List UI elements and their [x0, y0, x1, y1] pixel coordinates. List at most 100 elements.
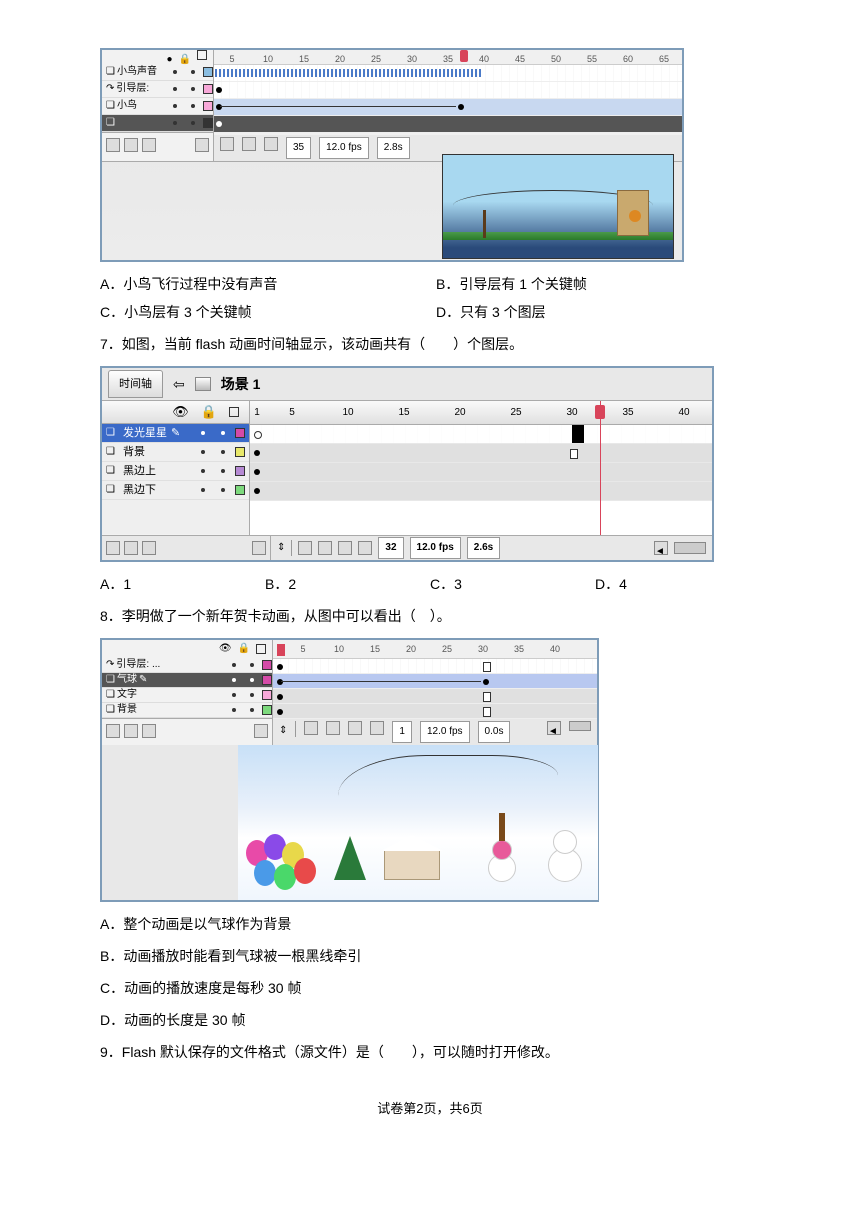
trash-icon	[254, 724, 268, 738]
onion-outline-icon	[242, 137, 256, 151]
q8-option-d: D．动画的长度是 30 帧	[100, 1006, 760, 1034]
balloon-blue	[254, 860, 276, 886]
ruler-numbers: 510 1520 2530 3540 4550 5560 65	[214, 50, 682, 65]
color-swatch	[235, 447, 245, 457]
pencil-icon: ✎	[139, 670, 147, 690]
option-c: C．小鸟层有 3 个关键帧	[100, 298, 424, 326]
onion-icon	[304, 721, 318, 735]
marker-icon	[370, 721, 384, 735]
tab-header: 时间轴 ⇦ 场景 1	[102, 368, 712, 401]
scroll-arrow-icon: ⇕	[277, 538, 285, 558]
page-icon: ❏	[106, 700, 115, 720]
trash-icon	[195, 138, 209, 152]
option-d: D．只有 3 个图层	[436, 298, 760, 326]
option-a: A．1	[100, 570, 265, 598]
stage-preview-winter	[238, 745, 598, 900]
scrollbar-thumb	[569, 721, 591, 731]
footer-left	[102, 536, 271, 560]
q6-options-row1: A．小鸟飞行过程中没有声音 B．引导层有 1 个关键帧	[100, 270, 760, 298]
fps: 12.0 fps	[410, 537, 461, 559]
color-swatch	[235, 485, 245, 495]
new-folder-icon	[142, 541, 156, 555]
layer-row-bg3: ❏ 背景	[102, 703, 272, 718]
page-footer: 试卷第2页，共6页	[100, 1096, 760, 1122]
eye-icon: 👁	[219, 639, 232, 659]
layer-list-1: ● 🔒 ❏ 小鸟声音 ↷ 引导层: ❏ 小鸟	[102, 50, 214, 161]
q8-option-b: B．动画播放时能看到气球被一根黑线牵引	[100, 942, 760, 970]
layer-list-3: 👁 🔒 ↷ 引导层: ... ❏ 气球 ✎ ❏ 文字	[102, 640, 273, 745]
red-bird-icon	[629, 210, 641, 222]
track-sound	[214, 65, 682, 82]
ruler-numbers-3: 1 510 1520 2530 3540	[273, 640, 597, 659]
option-b: B．2	[265, 570, 430, 598]
scroll-arrow-icon: ⇕	[279, 721, 287, 743]
layer-name: 背景	[117, 700, 137, 720]
new-guide-icon	[124, 724, 138, 738]
page-icon: ❏	[106, 442, 115, 462]
outline-box-icon	[256, 644, 266, 654]
color-swatch	[262, 690, 272, 700]
new-guide-icon	[124, 541, 138, 555]
q8-option-a: A．整个动画是以气球作为背景	[100, 910, 760, 938]
page-icon: ❏	[106, 461, 115, 481]
track-bg	[214, 116, 682, 133]
scrollbar-thumb	[674, 542, 706, 554]
elapsed-time: 0.0s	[478, 721, 511, 743]
page-icon: ❏	[106, 423, 115, 443]
color-swatch	[262, 660, 272, 670]
scroll-left-icon: ◄	[547, 721, 561, 735]
scene-icon	[195, 377, 211, 391]
tracks-3	[273, 659, 597, 719]
playhead-icon	[595, 405, 605, 419]
track3-balloon	[273, 674, 597, 689]
layer-row-bird: ❏ 小鸟	[102, 98, 213, 115]
track-top	[250, 463, 712, 482]
color-swatch	[262, 705, 272, 715]
balloon-red	[294, 858, 316, 884]
track-stars	[250, 425, 712, 444]
timeline-2: 👁 🔒 ❏ 发光星星 ✎ ❏ 背景 ❏ 黑边上	[102, 401, 712, 535]
color-swatch	[262, 675, 272, 685]
color-swatch	[203, 101, 213, 111]
back-arrow-icon: ⇦	[173, 370, 185, 398]
track-bottom	[250, 482, 712, 501]
onion-outline-icon	[318, 541, 332, 555]
color-swatch	[235, 428, 245, 438]
fps: 12.0 fps	[420, 721, 470, 743]
house-icon	[384, 850, 440, 880]
edit-multi-icon	[348, 721, 362, 735]
track-bg	[250, 444, 712, 463]
page-icon: ❏	[106, 480, 115, 500]
track-guide	[214, 82, 682, 99]
layer-buttons	[102, 132, 213, 157]
edit-multi-icon	[264, 137, 278, 151]
eye-icon: ●	[167, 50, 173, 64]
lock-icon: 🔒	[179, 50, 191, 64]
track-spacer	[250, 501, 712, 535]
option-b: B．引导层有 1 个关键帧	[436, 270, 760, 298]
flash-screenshot-3: 👁 🔒 ↷ 引导层: ... ❏ 气球 ✎ ❏ 文字	[100, 638, 599, 902]
new-layer-icon	[106, 138, 120, 152]
layer-name: 小鸟	[117, 96, 137, 116]
tracks-1	[214, 65, 682, 133]
new-folder-icon	[142, 724, 156, 738]
slingshot-icon	[483, 210, 486, 238]
ruler-3: 1 510 1520 2530 3540	[273, 640, 597, 745]
layer-header-2: 👁 🔒	[102, 401, 249, 424]
question-8: 8．李明做了一个新年贺卡动画，从图中可以看出（ ）。	[100, 602, 760, 630]
track3-bg	[273, 704, 597, 719]
new-guide-icon	[124, 138, 138, 152]
outline-box-icon	[197, 50, 207, 60]
timeline-tab: 时间轴	[108, 370, 163, 398]
flash-screenshot-1: ● 🔒 ❏ 小鸟声音 ↷ 引导层: ❏ 小鸟	[100, 48, 684, 262]
option-a: A．小鸟飞行过程中没有声音	[100, 270, 424, 298]
footer-2: ⇕ 32 12.0 fps 2.6s ◄	[102, 535, 712, 560]
marker-icon	[358, 541, 372, 555]
scene-label: 场景 1	[221, 370, 261, 398]
stage-preview-angrybirds	[442, 154, 674, 259]
ruler-2: 1 510 1520 2530 3540	[250, 401, 712, 535]
q6-options-row2: C．小鸟层有 3 个关键帧 D．只有 3 个图层	[100, 298, 760, 326]
fps: 12.0 fps	[319, 137, 369, 159]
layer-row-bottom-border: ❏ 黑边下	[102, 481, 249, 500]
new-layer-icon	[106, 724, 120, 738]
